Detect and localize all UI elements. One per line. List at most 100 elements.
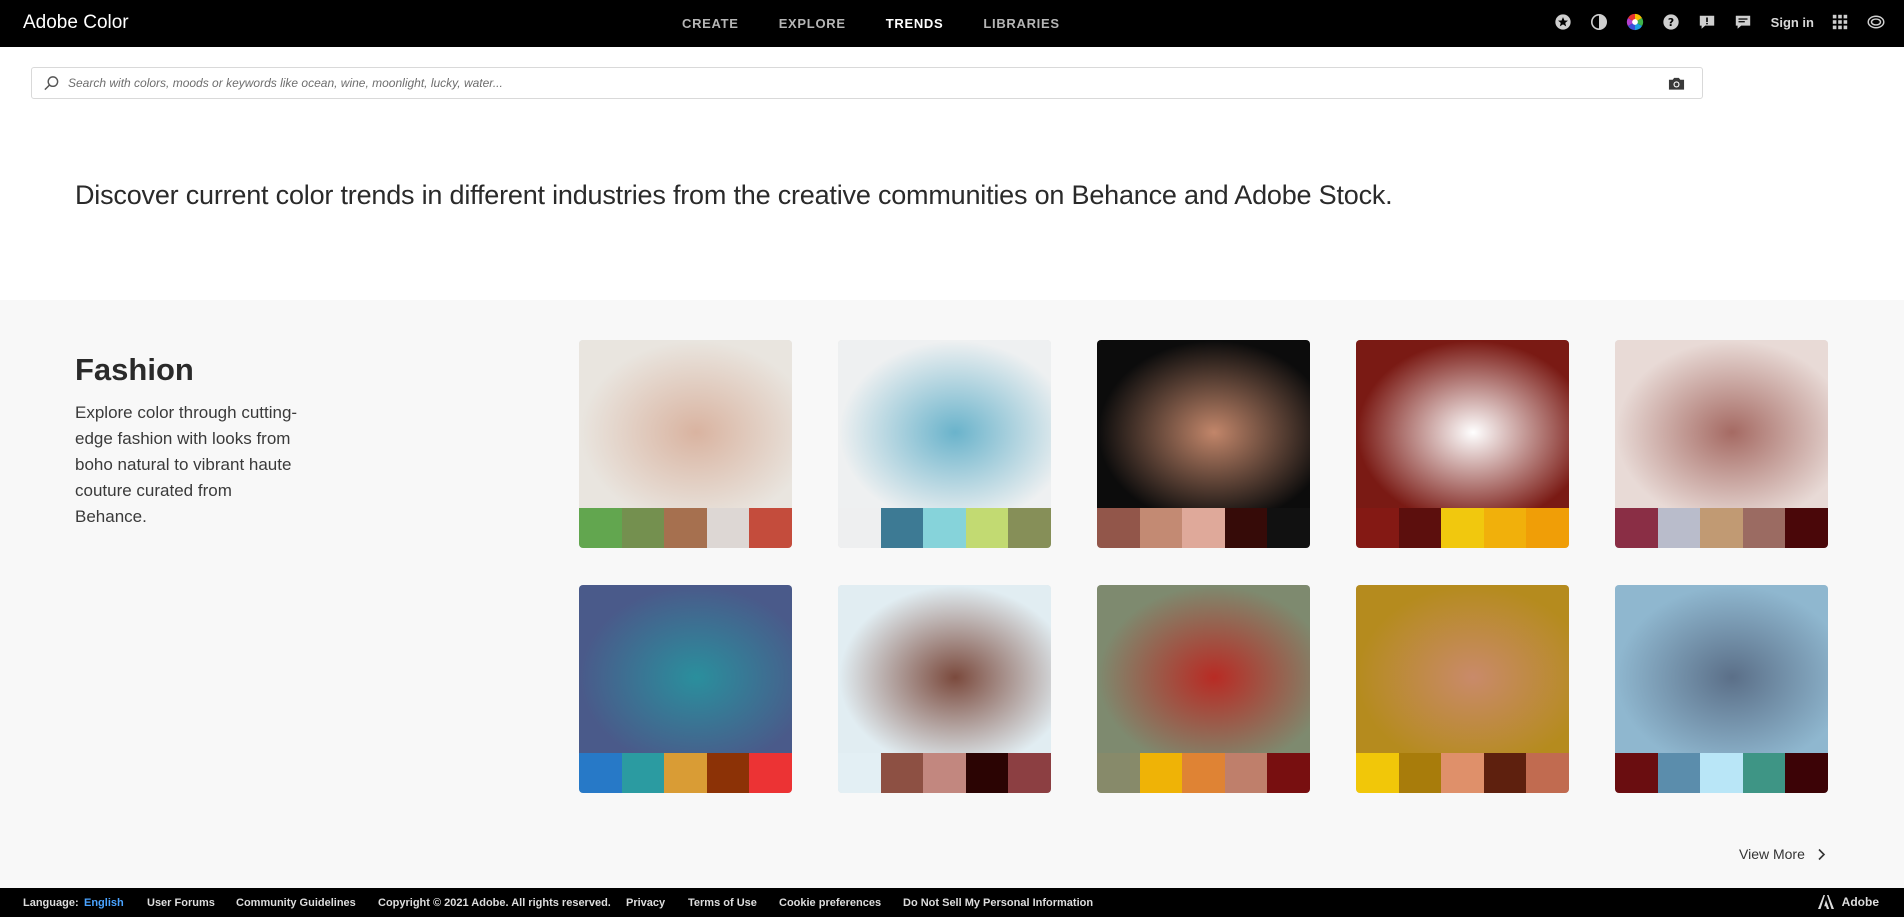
contrast-icon[interactable] <box>1589 12 1609 32</box>
color-swatch[interactable] <box>1700 508 1743 548</box>
color-swatch[interactable] <box>1700 753 1743 793</box>
chat-icon[interactable] <box>1733 12 1753 32</box>
language-selector[interactable]: English <box>84 897 124 909</box>
color-swatch[interactable] <box>664 753 707 793</box>
footer-link-user-forums[interactable]: User Forums <box>147 897 215 909</box>
color-swatch[interactable] <box>923 753 966 793</box>
adobe-brand-label: Adobe <box>1841 895 1879 909</box>
swatch-strip <box>579 508 792 548</box>
color-swatch[interactable] <box>749 508 792 548</box>
footer-link-cookie-preferences[interactable]: Cookie preferences <box>779 897 881 909</box>
color-swatch[interactable] <box>1657 753 1701 793</box>
tab-explore[interactable]: EXPLORE <box>779 16 846 31</box>
color-swatch[interactable] <box>1398 753 1442 793</box>
color-swatch[interactable] <box>1785 508 1828 548</box>
section-description: Explore color through cutting-edge fashi… <box>75 403 298 526</box>
feedback-icon[interactable] <box>1697 12 1717 32</box>
palette-photo <box>838 585 1051 753</box>
search-input[interactable] <box>68 71 1648 95</box>
color-swatch[interactable] <box>706 508 750 548</box>
view-more-link[interactable]: View More <box>1739 846 1826 862</box>
color-swatch[interactable] <box>1267 508 1310 548</box>
palette-photo <box>579 585 792 753</box>
help-icon[interactable]: ? <box>1661 12 1681 32</box>
color-swatch[interactable] <box>706 753 750 793</box>
color-swatch[interactable] <box>965 508 1009 548</box>
color-swatch[interactable] <box>579 753 622 793</box>
footer-link-community-guidelines[interactable]: Community Guidelines <box>236 897 356 909</box>
color-swatch[interactable] <box>1441 508 1484 548</box>
color-swatch[interactable] <box>1742 753 1786 793</box>
palette-photo <box>1615 585 1828 753</box>
color-swatch[interactable] <box>1224 508 1268 548</box>
color-wheel-icon[interactable] <box>1625 12 1645 32</box>
color-swatch[interactable] <box>1356 753 1399 793</box>
palette-card[interactable] <box>838 340 1051 548</box>
footer-link-privacy[interactable]: Privacy <box>626 897 665 909</box>
palette-card[interactable] <box>1097 585 1310 793</box>
apps-grid-icon[interactable] <box>1830 12 1850 32</box>
swatch-strip <box>1356 753 1569 793</box>
color-swatch[interactable] <box>1483 753 1527 793</box>
color-swatch[interactable] <box>1615 753 1658 793</box>
color-swatch[interactable] <box>1224 753 1268 793</box>
search-bar <box>31 67 1703 99</box>
color-swatch[interactable] <box>880 753 924 793</box>
color-swatch[interactable] <box>1398 508 1442 548</box>
color-swatch[interactable] <box>1615 508 1658 548</box>
color-swatch[interactable] <box>621 753 665 793</box>
creative-cloud-icon[interactable] <box>1866 12 1886 32</box>
footer: Language: English User Forums Community … <box>0 888 1904 917</box>
color-swatch[interactable] <box>838 753 881 793</box>
color-swatch[interactable] <box>1008 508 1051 548</box>
color-swatch[interactable] <box>1526 508 1569 548</box>
tab-create[interactable]: CREATE <box>682 16 739 31</box>
color-swatch[interactable] <box>1785 753 1828 793</box>
swatch-strip <box>1615 753 1828 793</box>
palette-card[interactable] <box>1097 340 1310 548</box>
star-icon[interactable] <box>1553 12 1573 32</box>
color-swatch[interactable] <box>880 508 924 548</box>
toolbar-right: ? Sign in <box>1537 12 1886 32</box>
palette-photo <box>838 340 1051 508</box>
color-swatch[interactable] <box>1526 753 1569 793</box>
color-swatch[interactable] <box>749 753 792 793</box>
color-swatch[interactable] <box>1139 508 1183 548</box>
palette-card[interactable] <box>579 340 792 548</box>
adobe-brand[interactable]: Adobe <box>1817 895 1879 909</box>
palette-photo <box>579 340 792 508</box>
tab-libraries[interactable]: LIBRARIES <box>983 16 1059 31</box>
swatch-strip <box>1097 508 1310 548</box>
color-swatch[interactable] <box>621 508 665 548</box>
camera-icon[interactable] <box>1668 76 1685 91</box>
color-swatch[interactable] <box>1267 753 1310 793</box>
palette-card[interactable] <box>838 585 1051 793</box>
color-swatch[interactable] <box>1182 508 1225 548</box>
footer-link-terms[interactable]: Terms of Use <box>688 897 757 909</box>
color-swatch[interactable] <box>1356 508 1399 548</box>
color-swatch[interactable] <box>1008 753 1051 793</box>
chevron-right-icon <box>1818 848 1826 860</box>
color-swatch[interactable] <box>838 508 881 548</box>
sign-in-button[interactable]: Sign in <box>1771 15 1814 30</box>
color-swatch[interactable] <box>1182 753 1225 793</box>
palette-card[interactable] <box>1356 340 1569 548</box>
color-swatch[interactable] <box>1097 753 1140 793</box>
color-swatch[interactable] <box>579 508 622 548</box>
color-swatch[interactable] <box>965 753 1009 793</box>
footer-link-do-not-sell[interactable]: Do Not Sell My Personal Information <box>903 897 1093 909</box>
color-swatch[interactable] <box>1483 508 1527 548</box>
color-swatch[interactable] <box>664 508 707 548</box>
palette-card[interactable] <box>579 585 792 793</box>
palette-card[interactable] <box>1356 585 1569 793</box>
color-swatch[interactable] <box>1657 508 1701 548</box>
color-swatch[interactable] <box>1742 508 1786 548</box>
palette-card[interactable] <box>1615 340 1828 548</box>
app-title[interactable]: Adobe Color <box>23 12 129 34</box>
palette-card[interactable] <box>1615 585 1828 793</box>
color-swatch[interactable] <box>923 508 966 548</box>
color-swatch[interactable] <box>1139 753 1183 793</box>
color-swatch[interactable] <box>1097 508 1140 548</box>
tab-trends[interactable]: TRENDS <box>886 16 944 31</box>
color-swatch[interactable] <box>1441 753 1484 793</box>
